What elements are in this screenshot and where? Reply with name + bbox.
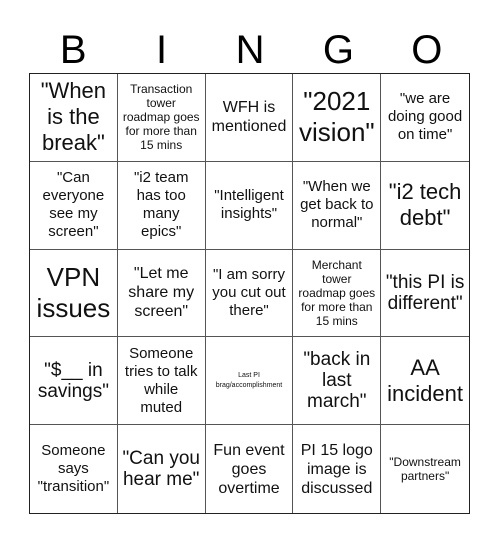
header-letter-i: I — [156, 28, 168, 72]
bingo-cell[interactable]: "this PI is different" — [381, 250, 469, 338]
bingo-cell[interactable]: Last PI brag/accomplishment — [205, 337, 294, 426]
bingo-cell[interactable]: VPN issues — [30, 249, 118, 338]
bingo-cell[interactable]: "When is the break" — [30, 74, 118, 162]
bingo-cell[interactable]: Merchant tower roadmap goes for more tha… — [293, 249, 382, 338]
bingo-cell[interactable]: "i2 tech debt" — [381, 162, 469, 250]
bingo-cell[interactable]: AA incident — [381, 337, 469, 426]
bingo-cell[interactable]: Someone says "transition" — [30, 425, 118, 513]
bingo-cell[interactable]: "we are doing good on time" — [381, 74, 469, 162]
bingo-cell[interactable]: Someone tries to talk while muted — [117, 337, 206, 426]
bingo-cell[interactable]: "$__ in savings" — [30, 337, 118, 426]
bingo-cell[interactable]: "back in last march" — [293, 337, 382, 426]
header-letter-g: G — [322, 28, 354, 72]
bingo-cell[interactable]: Transaction tower roadmap goes for more … — [117, 74, 206, 162]
bingo-cell[interactable]: "Downstream partners" — [381, 425, 469, 513]
bingo-cell[interactable]: "When we get back to normal" — [293, 161, 382, 250]
bingo-cell[interactable]: "Let me share my screen" — [117, 249, 206, 338]
bingo-cell[interactable]: WFH is mentioned — [205, 74, 294, 162]
header-letter-o: O — [411, 28, 443, 72]
bingo-card-grid: "When is the break" Transaction tower ro… — [29, 73, 470, 514]
bingo-cell-center[interactable]: "I am sorry you cut out there" — [205, 249, 294, 338]
header-letter-n: N — [235, 28, 265, 72]
bingo-cell[interactable]: "Can you hear me" — [118, 425, 206, 513]
bingo-cell[interactable]: "2021 vision" — [293, 74, 382, 162]
bingo-cell[interactable]: "Can everyone see my screen" — [30, 161, 118, 250]
bingo-cell[interactable]: Fun event goes overtime — [206, 425, 294, 513]
header-letter-b: B — [59, 28, 87, 72]
bingo-cell[interactable]: PI 15 logo image is discussed — [293, 425, 382, 513]
bingo-cell[interactable]: "Intelligent insights" — [205, 161, 294, 250]
bingo-cell[interactable]: "i2 team has too many epics" — [117, 161, 206, 250]
bingo-header: B I N G O — [29, 28, 471, 72]
